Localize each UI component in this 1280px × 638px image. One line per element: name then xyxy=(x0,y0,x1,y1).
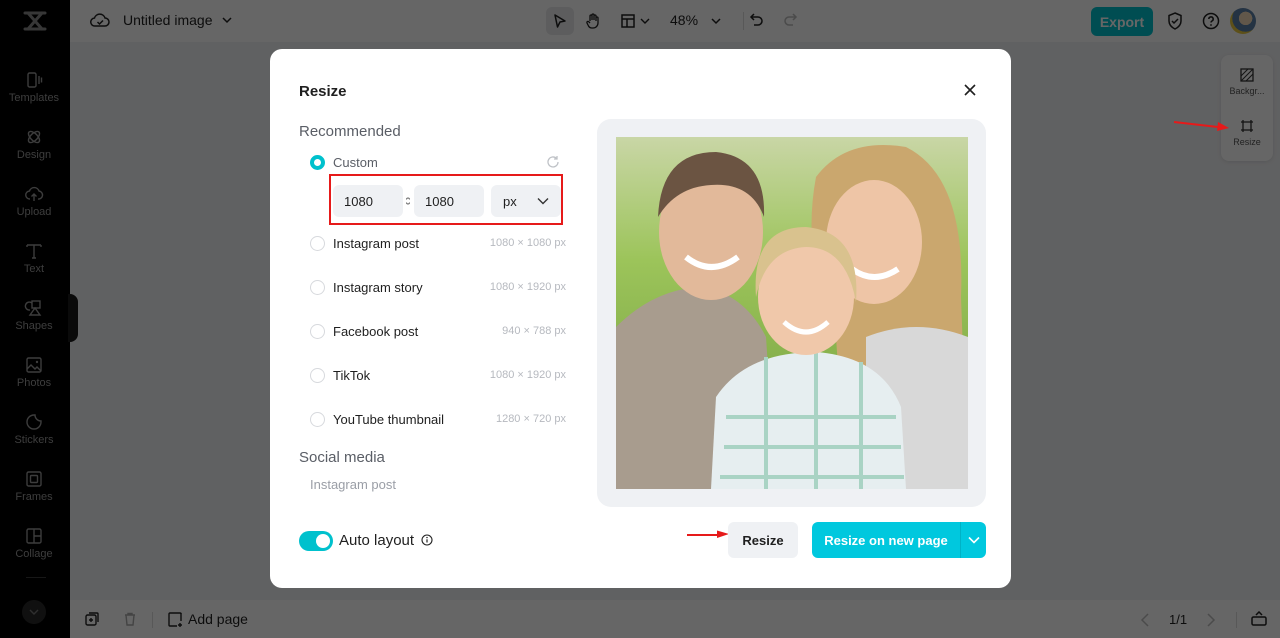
resize-dialog: Resize Recommended Custom px Instagram p… xyxy=(270,49,1011,588)
toggle-knob xyxy=(316,534,330,548)
option-size: 940 × 788 px xyxy=(502,325,566,337)
close-icon xyxy=(964,84,976,96)
chevron-down-icon xyxy=(967,536,980,544)
annotation-arrow-icon xyxy=(1173,121,1229,131)
radio-instagram-story[interactable] xyxy=(310,279,325,295)
unit-select[interactable]: px xyxy=(491,185,561,217)
option-size: 1280 × 720 px xyxy=(495,413,566,425)
option-size: 1080 × 1920 px xyxy=(489,369,566,381)
option-instagram-post[interactable]: Instagram post 1080 × 1080 px xyxy=(310,233,566,253)
aspect-lock-icon[interactable] xyxy=(404,195,412,207)
option-custom[interactable]: Custom xyxy=(310,152,566,172)
option-label: Custom xyxy=(333,154,378,170)
radio-youtube-thumbnail[interactable] xyxy=(310,411,325,427)
social-media-item[interactable]: Instagram post xyxy=(310,477,396,492)
reset-icon[interactable] xyxy=(546,155,560,169)
dialog-title: Resize xyxy=(299,83,347,100)
radio-instagram-post[interactable] xyxy=(310,235,325,251)
social-media-heading: Social media xyxy=(299,449,385,466)
option-youtube-thumbnail[interactable]: YouTube thumbnail 1280 × 720 px xyxy=(310,409,566,429)
resize-button[interactable]: Resize xyxy=(728,522,798,558)
unit-value: px xyxy=(503,193,517,209)
chevron-down-icon xyxy=(537,198,549,205)
info-icon[interactable] xyxy=(421,534,433,546)
radio-custom[interactable] xyxy=(310,154,325,170)
auto-layout-toggle[interactable] xyxy=(299,531,333,551)
auto-layout-label: Auto layout xyxy=(339,532,415,549)
preview-panel xyxy=(597,119,986,507)
annotation-arrow-icon xyxy=(687,530,729,538)
option-label: TikTok xyxy=(333,367,371,383)
option-facebook-post[interactable]: Facebook post 940 × 788 px xyxy=(310,321,566,341)
recommended-heading: Recommended xyxy=(299,123,401,140)
option-label: Instagram post xyxy=(333,235,419,251)
option-label: YouTube thumbnail xyxy=(333,411,445,427)
radio-facebook-post[interactable] xyxy=(310,323,325,339)
option-size: 1080 × 1080 px xyxy=(489,237,566,249)
option-size: 1080 × 1920 px xyxy=(489,281,566,293)
resize-options-dropdown-button[interactable] xyxy=(960,522,986,558)
width-input[interactable] xyxy=(333,185,403,217)
option-tiktok[interactable]: TikTok 1080 × 1920 px xyxy=(310,365,566,385)
radio-tiktok[interactable] xyxy=(310,367,325,383)
height-input[interactable] xyxy=(414,185,484,217)
option-label: Facebook post xyxy=(333,323,419,339)
preview-image xyxy=(616,137,968,489)
close-button[interactable] xyxy=(959,79,981,101)
option-instagram-story[interactable]: Instagram story 1080 × 1920 px xyxy=(310,277,566,297)
family-photo xyxy=(616,137,968,489)
option-label: Instagram story xyxy=(333,279,423,295)
resize-on-new-page-button[interactable]: Resize on new page xyxy=(812,522,960,558)
